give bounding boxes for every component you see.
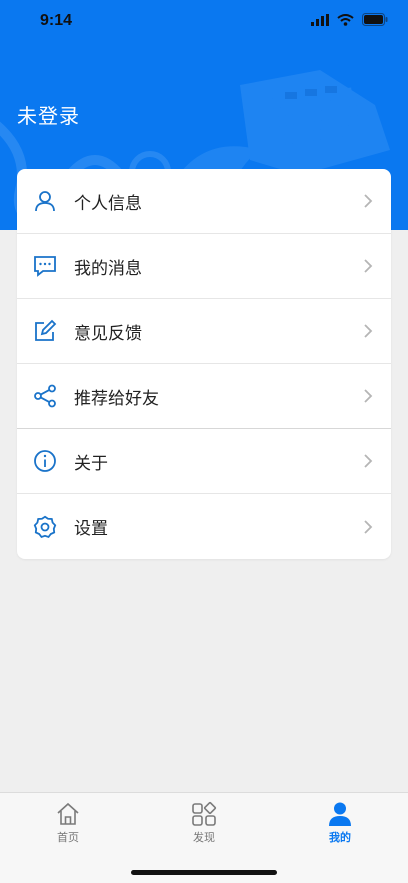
chevron-right-icon (364, 259, 373, 273)
status-time: 9:14 (40, 12, 73, 29)
settings-icon (32, 514, 58, 540)
chevron-right-icon (364, 194, 373, 208)
chevron-right-icon (364, 324, 373, 338)
home-indicator[interactable] (131, 870, 277, 875)
menu-item-label: 个人信息 (74, 193, 142, 214)
chevron-right-icon (364, 454, 373, 468)
status-icons (311, 13, 388, 26)
tab-discover[interactable]: 发现 (174, 801, 234, 847)
discover-icon (192, 801, 217, 826)
message-icon (32, 253, 58, 279)
tab-label: 我的 (329, 831, 351, 844)
menu-item-feedback[interactable]: 意见反馈 (17, 299, 391, 364)
person-icon (32, 188, 58, 214)
menu-item-settings[interactable]: 设置 (17, 494, 391, 559)
profile-icon (329, 802, 351, 826)
menu-item-personal-info[interactable]: 个人信息 (17, 169, 391, 234)
tab-label: 首页 (57, 831, 79, 844)
wifi-icon (337, 13, 354, 26)
menu-item-label: 意见反馈 (74, 323, 142, 344)
info-icon (32, 448, 58, 474)
menu-card: 个人信息 我的消息 意见反馈 推荐给好友 关于 设置 (17, 169, 391, 559)
menu-item-label: 推荐给好友 (74, 388, 159, 409)
menu-item-label: 关于 (74, 453, 108, 474)
menu-item-share[interactable]: 推荐给好友 (17, 364, 391, 429)
status-bar: 9:14 (0, 0, 408, 46)
tab-profile[interactable]: 我的 (310, 801, 370, 847)
chevron-right-icon (364, 389, 373, 403)
menu-item-label: 设置 (74, 519, 108, 539)
menu-item-about[interactable]: 关于 (17, 429, 391, 494)
login-status[interactable]: 未登录 (17, 100, 80, 129)
share-icon (32, 383, 58, 409)
home-icon (57, 802, 79, 825)
tab-home[interactable]: 首页 (38, 801, 98, 847)
menu-item-my-messages[interactable]: 我的消息 (17, 234, 391, 299)
chevron-right-icon (364, 519, 373, 534)
menu-item-label: 我的消息 (74, 258, 142, 279)
battery-icon (362, 13, 388, 26)
signal-icon (311, 13, 329, 26)
tab-label: 发现 (193, 831, 215, 844)
edit-icon (32, 318, 58, 344)
